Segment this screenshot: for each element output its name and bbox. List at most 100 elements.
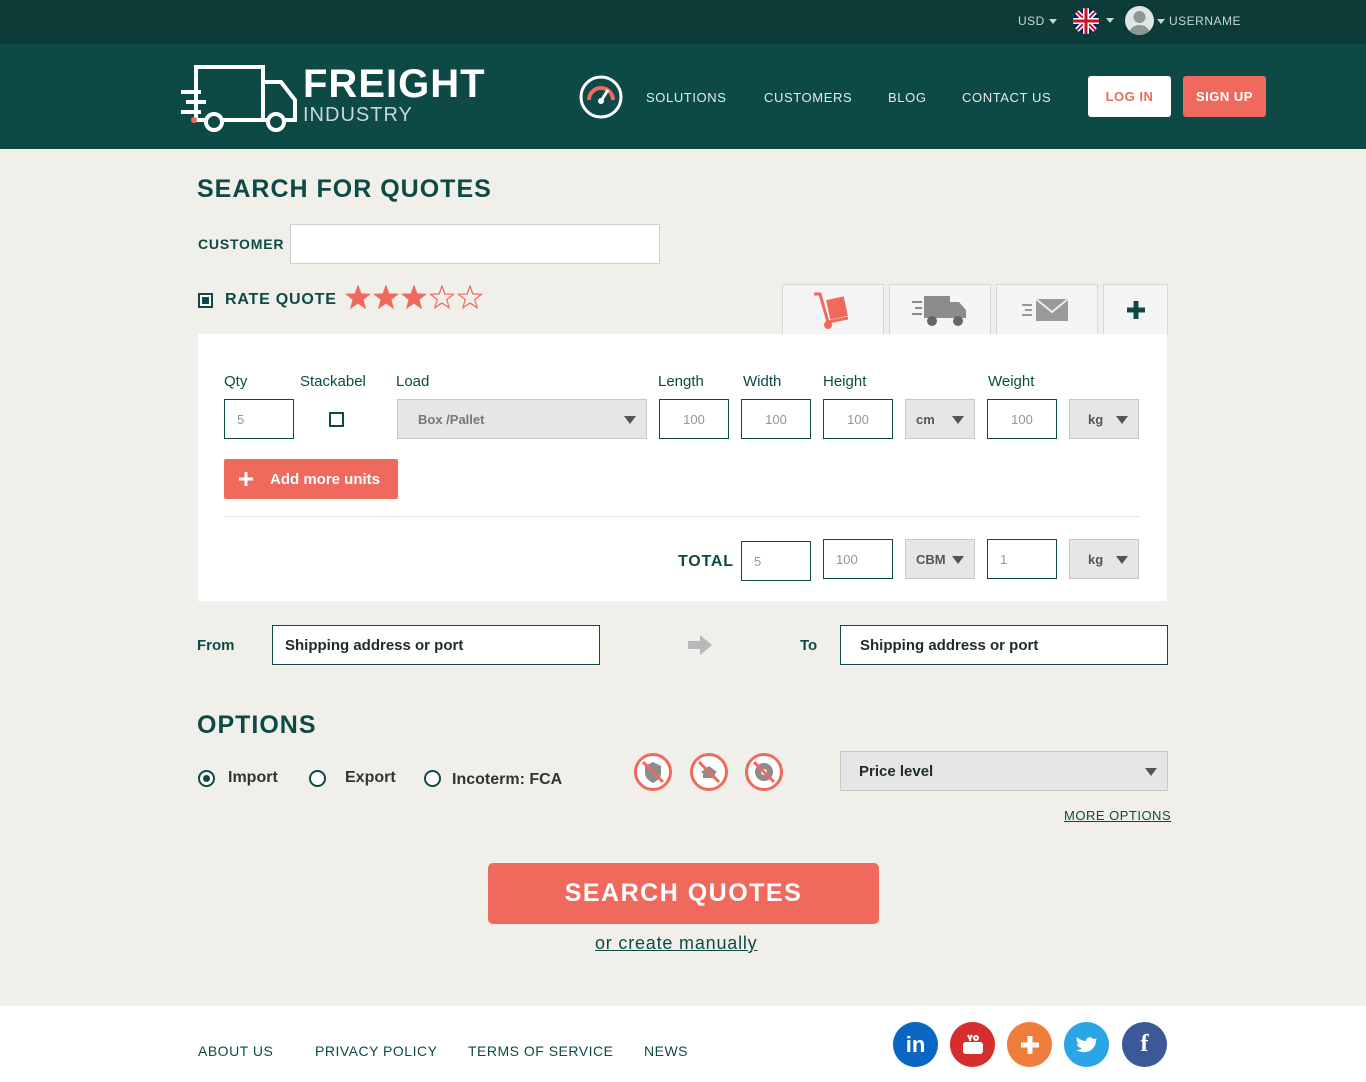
volume-unit-select[interactable]: CBM [905,539,975,579]
import-radio[interactable] [198,770,215,787]
nav-contact-us[interactable]: CONTACT US [962,90,1051,105]
column-qty: Qty [224,373,248,390]
youtube-icon[interactable] [950,1022,995,1067]
plus-icon [1126,300,1145,319]
column-stackable: Stackabel [300,373,366,390]
logo[interactable]: FREIGHT INDUSTRY [181,62,501,132]
logo-title: FREIGHT [303,62,486,106]
chevron-down-icon [1145,768,1157,776]
total-qty-field[interactable]: 5 [741,541,811,581]
footer-link-privacy[interactable]: PRIVACY POLICY [315,1043,437,1059]
no-hazmat-icon[interactable] [690,753,728,791]
customer-label: CUSTOMER [198,236,285,252]
length-input[interactable]: 100 [659,399,729,439]
weight-unit-select[interactable]: kg [1069,399,1139,439]
options-title: OPTIONS [197,711,317,739]
to-label: To [800,637,818,654]
checkbox-mark [202,297,209,304]
footer-link-about[interactable]: ABOUT US [198,1043,273,1059]
total-volume-field[interactable]: 100 [823,539,893,579]
from-label: From [197,637,235,654]
load-select-value: Box /Pallet [418,411,485,427]
tab-hand-truck[interactable] [782,284,884,334]
divider [224,516,1140,517]
total-weight-field[interactable]: 1 [987,539,1057,579]
language-selector[interactable] [1073,8,1101,34]
username-label: USERNAME [1169,14,1242,28]
currency-label: USD [1018,14,1045,28]
total-label: TOTAL [678,553,734,570]
tab-add[interactable] [1103,284,1168,334]
total-weight-unit-select[interactable]: kg [1069,539,1139,579]
stackable-checkbox[interactable] [329,412,344,427]
star-empty-icon[interactable] [456,284,484,310]
export-radio[interactable] [309,770,326,787]
column-weight: Weight [988,373,1035,390]
signup-button[interactable]: SIGN UP [1183,76,1266,117]
export-label[interactable]: Export [345,769,396,787]
to-address-input[interactable]: Shipping address or port [840,625,1168,665]
add-more-units-label: Add more units [270,470,381,488]
search-quotes-button[interactable]: SEARCH QUOTES [488,863,879,924]
arrow-right-icon [688,635,712,655]
chevron-down-icon[interactable] [1106,18,1114,23]
total-weight-unit-value: kg [1088,551,1104,567]
dimension-unit-select[interactable]: cm [905,399,975,439]
price-level-value: Price level [859,762,934,780]
uk-flag-icon [1073,8,1099,34]
chevron-down-icon [1116,556,1128,564]
star-filled-icon[interactable] [372,284,400,310]
nav-blog[interactable]: BLOG [888,90,927,105]
nav-solutions[interactable]: SOLUTIONS [646,90,727,105]
linkedin-icon[interactable]: in [893,1022,938,1067]
twitter-icon[interactable] [1064,1022,1109,1067]
incoterm-radio[interactable] [424,770,441,787]
star-empty-icon[interactable] [428,284,456,310]
rate-quote-label: RATE QUOTE [225,291,337,308]
star-filled-icon[interactable] [344,284,372,310]
add-more-units-button[interactable]: Add more units [224,459,398,499]
delivery-truck-icon [912,295,966,326]
column-width: Width [743,373,782,390]
footer-link-news[interactable]: NEWS [644,1043,688,1059]
import-label[interactable]: Import [228,769,278,787]
tab-truck[interactable] [889,284,991,334]
plus-icon [239,472,253,486]
weight-input[interactable]: 100 [987,399,1057,439]
avatar[interactable] [1125,6,1154,35]
logo-subtitle: INDUSTRY [303,104,413,126]
create-manually-link[interactable]: or create manually [595,933,757,954]
login-button[interactable]: LOG IN [1088,76,1171,117]
customer-input[interactable] [290,224,660,264]
star-filled-icon[interactable] [400,284,428,310]
user-icon [1129,11,1150,35]
facebook-icon[interactable]: f [1122,1022,1167,1067]
star-rating[interactable] [344,284,485,311]
rate-quote-checkbox[interactable] [198,293,213,308]
user-menu[interactable]: USERNAME [1157,14,1241,28]
speedometer-icon[interactable] [578,74,624,120]
no-fragile-icon[interactable] [634,753,672,791]
no-radioactive-icon[interactable] [745,753,783,791]
top-bar: USD USERNAME [0,0,1366,44]
incoterm-label[interactable]: Incoterm: FCA [452,771,562,789]
tab-mail[interactable] [996,284,1098,334]
main-header: FREIGHT INDUSTRY SOLUTIONS CUSTOMERS BLO… [0,44,1366,149]
currency-selector[interactable]: USD [1018,14,1057,28]
add-share-icon[interactable] [1007,1022,1052,1067]
chevron-down-icon [952,556,964,564]
more-options-link[interactable]: MORE OPTIONS [1064,808,1171,823]
footer-link-terms[interactable]: TERMS OF SERVICE [468,1043,613,1059]
height-input[interactable]: 100 [823,399,893,439]
envelope-icon [1022,297,1069,321]
column-length: Length [658,373,704,390]
qty-input[interactable]: 5 [224,399,294,439]
volume-unit-value: CBM [916,551,946,567]
hand-truck-icon [814,292,849,329]
load-select[interactable]: Box /Pallet [397,399,647,439]
width-input[interactable]: 100 [741,399,811,439]
footer: ABOUT US PRIVACY POLICY TERMS OF SERVICE… [0,1006,1366,1082]
from-address-input[interactable]: Shipping address or port [272,625,600,665]
price-level-select[interactable]: Price level [840,751,1168,791]
nav-customers[interactable]: CUSTOMERS [764,90,852,105]
